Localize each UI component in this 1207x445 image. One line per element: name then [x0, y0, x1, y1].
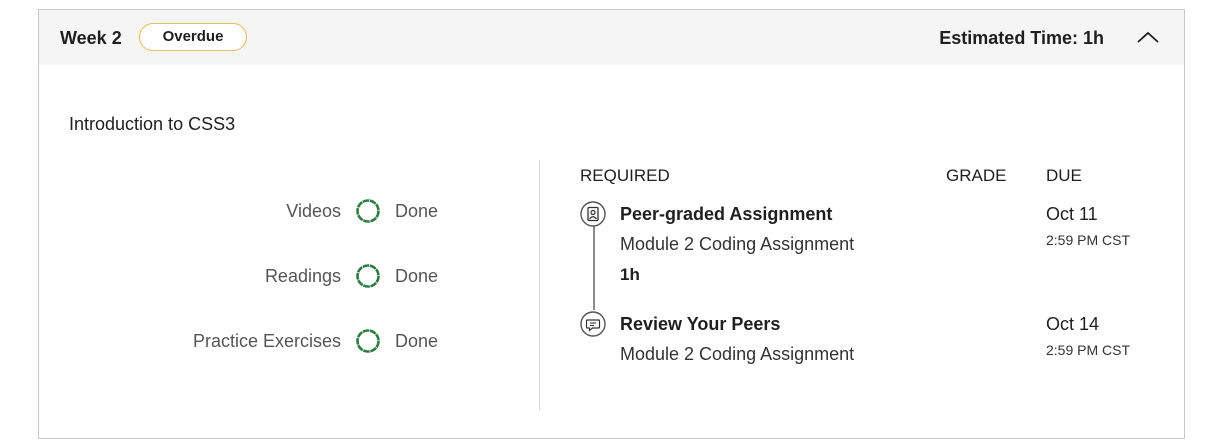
progress-status: Done: [395, 200, 439, 221]
progress-status: Done: [395, 265, 439, 286]
chevron-up-icon[interactable]: [1136, 26, 1160, 50]
progress-status: Done: [395, 330, 439, 351]
item-subtitle: Module 2 Coding Assignment: [620, 344, 855, 364]
module-title: Introduction to CSS3: [69, 114, 236, 134]
item-title-peer-graded-assignment[interactable]: Peer-graded Assignment: [620, 204, 832, 225]
item-duration: 1h: [620, 265, 640, 284]
item-subtitle: Module 2 Coding Assignment: [620, 234, 855, 254]
column-header-grade: GRADE: [946, 166, 1007, 185]
estimated-time: Estimated Time: 1h: [939, 28, 1104, 48]
progress-label: Readings: [264, 265, 341, 286]
timeline-connector: [593, 226, 595, 310]
column-divider: [539, 160, 540, 410]
week-header[interactable]: Week 2 Overdue Estimated Time: 1h: [39, 10, 1184, 65]
column-header-due: DUE: [1046, 166, 1082, 185]
due-date: Oct 14: [1046, 314, 1100, 334]
due-date: Oct 11: [1046, 204, 1098, 224]
progress-label: Practice Exercises: [192, 330, 341, 351]
due-time: 2:59 PM CST: [1046, 232, 1131, 248]
review-peers-icon: [580, 311, 606, 337]
progress-ring-icon: [355, 328, 381, 354]
due-time: 2:59 PM CST: [1046, 342, 1131, 358]
progress-ring-icon: [355, 198, 381, 224]
progress-label: Videos: [286, 200, 341, 221]
progress-ring-icon: [355, 263, 381, 289]
week-label: Week 2: [60, 28, 122, 48]
progress-row-readings: Readings Done: [265, 263, 439, 289]
item-title-review-your-peers[interactable]: Review Your Peers: [620, 314, 780, 335]
progress-row-videos: Videos Done: [286, 198, 439, 224]
column-header-required: REQUIRED: [580, 166, 670, 185]
overdue-badge: Overdue: [139, 23, 247, 51]
progress-row-practice-exercises: Practice Exercises Done: [193, 328, 439, 354]
week-card: Week 2 Overdue Estimated Time: 1h Introd…: [38, 9, 1185, 439]
peer-graded-assignment-icon: [580, 201, 606, 227]
